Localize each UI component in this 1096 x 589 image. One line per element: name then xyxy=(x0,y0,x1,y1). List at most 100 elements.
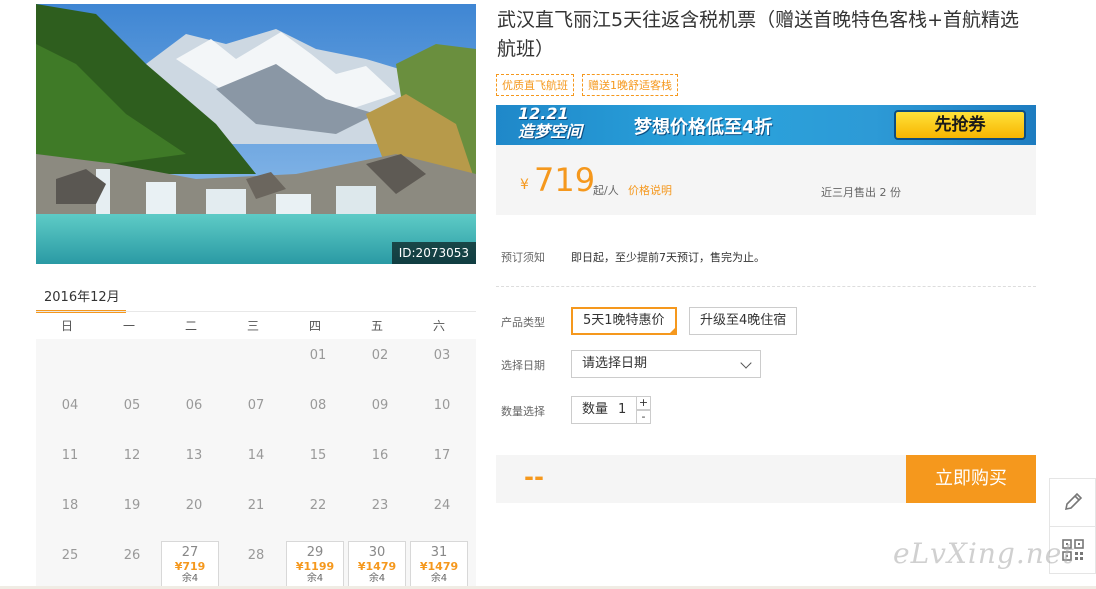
calendar-day: 14 xyxy=(225,441,287,491)
calendar-day: 20 xyxy=(163,491,225,541)
date-select-value: 请选择日期 xyxy=(582,356,648,371)
calendar-day-number: 16 xyxy=(371,448,389,463)
calendar-day-number: 28 xyxy=(247,548,265,563)
calendar-day-number: 18 xyxy=(61,498,79,513)
calendar-day-number: 19 xyxy=(123,498,141,513)
calendar-day: 02 xyxy=(349,341,411,391)
calendar-day-number: 13 xyxy=(185,448,203,463)
calendar-day: 15 xyxy=(287,441,349,491)
weekday-label: 三 xyxy=(246,319,259,333)
calendar-day-number: 27 xyxy=(181,545,199,560)
site-watermark: eLvXing.net xyxy=(893,537,1075,570)
calendar-day-number: 15 xyxy=(309,448,327,463)
landscape-image xyxy=(36,4,476,264)
calendar-day: 08 xyxy=(287,391,349,441)
calendar-day: 09 xyxy=(349,391,411,441)
photo-id-label: ID:2073053 xyxy=(391,242,476,264)
weekday-label: 一 xyxy=(122,319,135,333)
calendar-day-number: 25 xyxy=(61,548,79,563)
calendar-day: 11 xyxy=(39,441,101,491)
weekday-label: 日 xyxy=(60,319,73,333)
banner-date: 12.21 xyxy=(518,105,569,123)
price-amount: 719 xyxy=(534,161,596,199)
calendar-day: 24 xyxy=(411,491,473,541)
weekday-label: 五 xyxy=(370,319,383,333)
calendar-day: 10 xyxy=(411,391,473,441)
calendar-day-number: 09 xyxy=(371,398,389,413)
calendar-day-number: 14 xyxy=(247,448,265,463)
weekday-label: 二 xyxy=(184,319,197,333)
calendar-day-number: 03 xyxy=(433,348,451,363)
calendar-day: 23 xyxy=(349,491,411,541)
calendar-day-number: 11 xyxy=(61,448,79,463)
calendar-day: 18 xyxy=(39,491,101,541)
calendar-day-remaining: 余4 xyxy=(306,573,324,584)
calendar-day: 28 xyxy=(225,541,287,589)
weekday-label: 六 xyxy=(432,319,445,333)
calendar-day-remaining: 余4 xyxy=(368,573,386,584)
quantity-increment-button[interactable]: + xyxy=(636,396,651,410)
selected-corner-icon xyxy=(667,326,677,335)
product-type-option[interactable]: 升级至4晚住宿 xyxy=(689,307,798,335)
calendar-day-price: ¥719 xyxy=(174,560,206,573)
weekday-label: 四 xyxy=(308,319,321,333)
sales-count: 近三月售出 2 份 xyxy=(821,186,901,199)
calendar-day-number: 29 xyxy=(306,545,324,560)
section-divider xyxy=(496,286,1036,287)
calendar-day-number: 02 xyxy=(371,348,389,363)
calendar-day: 06 xyxy=(163,391,225,441)
calendar-day-number: 01 xyxy=(309,348,327,363)
currency-symbol: ¥ xyxy=(520,177,529,193)
calendar-day-price: ¥1199 xyxy=(295,560,335,573)
calendar-day-number: 31 xyxy=(430,545,448,560)
calendar-day-number: 26 xyxy=(123,548,141,563)
calendar-day-available[interactable]: 29 ¥1199 余4 xyxy=(286,541,344,589)
calendar-day: 03 xyxy=(411,341,473,391)
calendar-day: 04 xyxy=(39,391,101,441)
product-photo[interactable]: ID:2073053 xyxy=(36,4,476,264)
calendar-day-number: 23 xyxy=(371,498,389,513)
quantity-field[interactable]: 数量 1 xyxy=(571,396,637,424)
promo-banner[interactable]: 12.21 造梦空间 梦想价格低至4折 先抢券 xyxy=(496,105,1036,145)
calendar-day-remaining: 余4 xyxy=(430,573,448,584)
notice-label: 预订须知 xyxy=(501,251,545,264)
calendar-day-number: 05 xyxy=(123,398,141,413)
product-type-option-label: 5天1晚特惠价 xyxy=(583,313,665,328)
price-description-link[interactable]: 价格说明 xyxy=(628,182,672,198)
calendar-month-tab[interactable]: 2016年12月 xyxy=(36,280,126,313)
calendar-day-number: 04 xyxy=(61,398,79,413)
calendar-day: 12 xyxy=(101,441,163,491)
notice-text: 即日起，至少提前7天预订，售完为止。 xyxy=(571,251,765,264)
calendar-day-available[interactable]: 31 ¥1479 余4 xyxy=(410,541,468,589)
calendar-day-remaining: 余4 xyxy=(181,573,199,584)
calendar-day: 25 xyxy=(39,541,101,589)
calendar-day-available[interactable]: 27 ¥719 余4 xyxy=(161,541,219,589)
product-title: 武汉直飞丽江5天往返含税机票（赠送首晚特色客栈+首航精选航班） xyxy=(497,9,1020,60)
calendar-day-available[interactable]: 30 ¥1479 余4 xyxy=(348,541,406,589)
product-type-option-selected[interactable]: 5天1晚特惠价 xyxy=(571,307,677,335)
total-price: -- xyxy=(524,463,544,491)
product-tags: 优质直飞航班 赠送1晚舒适客栈 xyxy=(496,74,678,96)
calendar-day-number: 08 xyxy=(309,398,327,413)
total-price-bar: -- xyxy=(496,455,906,503)
buy-now-button[interactable]: 立即购买 xyxy=(906,455,1036,503)
price-unit: 起/人 xyxy=(593,184,619,197)
calendar-day: 17 xyxy=(411,441,473,491)
feedback-button[interactable] xyxy=(1050,479,1095,526)
calendar-day: 07 xyxy=(225,391,287,441)
quantity-decrement-button[interactable]: - xyxy=(636,410,651,424)
date-select[interactable]: 请选择日期 xyxy=(571,350,761,378)
calendar-day-number: 12 xyxy=(123,448,141,463)
calendar-day: 22 xyxy=(287,491,349,541)
banner-slogan: 造梦空间 xyxy=(518,122,583,141)
calendar-day: 13 xyxy=(163,441,225,491)
chevron-down-icon xyxy=(740,357,752,369)
calendar-day-price: ¥1479 xyxy=(357,560,397,573)
calendar-divider xyxy=(36,311,476,312)
feature-tag: 优质直飞航班 xyxy=(496,74,574,96)
pencil-icon xyxy=(1064,492,1083,511)
calendar-day: 19 xyxy=(101,491,163,541)
date-select-label: 选择日期 xyxy=(501,359,545,372)
calendar-day-number: 17 xyxy=(433,448,451,463)
grab-coupon-button[interactable]: 先抢券 xyxy=(894,110,1026,140)
